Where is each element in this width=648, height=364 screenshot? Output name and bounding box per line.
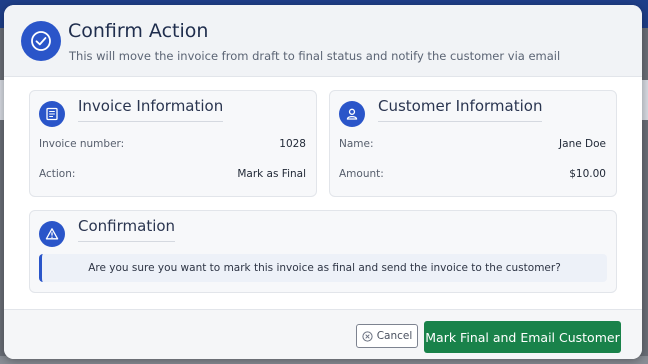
document-icon — [39, 101, 65, 127]
confirm-dialog: Confirm Action This will move the invoic… — [4, 5, 642, 359]
dialog-subtitle: This will move the invoice from draft to… — [69, 49, 561, 63]
dialog-header: Confirm Action This will move the invoic… — [4, 5, 642, 77]
customer-name-value: Jane Doe — [559, 138, 606, 150]
customer-info-card: Customer Information Name: Jane Doe Amou… — [329, 90, 617, 197]
invoice-number-value: 1028 — [279, 138, 306, 150]
dialog-footer: Cancel Mark Final and Email Customer — [4, 309, 642, 359]
confirmation-card: Confirmation Are you sure you want to ma… — [29, 210, 617, 293]
x-circle-icon — [362, 330, 373, 342]
invoice-info-card: Invoice Information Invoice number: 1028… — [29, 90, 317, 197]
background-panel-right — [642, 80, 648, 120]
action-value: Mark as Final — [237, 168, 306, 180]
user-icon — [339, 101, 365, 127]
warning-icon — [39, 221, 65, 247]
dialog-title: Confirm Action — [68, 20, 209, 42]
amount-value: $10.00 — [569, 168, 606, 180]
check-circle-icon — [21, 21, 61, 61]
customer-name-label: Name: — [339, 138, 374, 150]
cancel-button[interactable]: Cancel — [356, 324, 418, 348]
confirmation-card-title: Confirmation — [78, 217, 176, 242]
cancel-button-label: Cancel — [376, 330, 413, 342]
action-label: Action: — [39, 168, 76, 180]
invoice-card-title: Invoice Information — [78, 97, 224, 122]
dialog-body: Invoice Information Invoice number: 1028… — [4, 77, 642, 309]
customer-card-title: Customer Information — [378, 97, 543, 122]
invoice-number-label: Invoice number: — [39, 138, 125, 150]
amount-label: Amount: — [339, 168, 384, 180]
confirmation-message: Are you sure you want to mark this invoi… — [39, 254, 607, 282]
mark-final-email-button[interactable]: Mark Final and Email Customer — [424, 321, 621, 353]
